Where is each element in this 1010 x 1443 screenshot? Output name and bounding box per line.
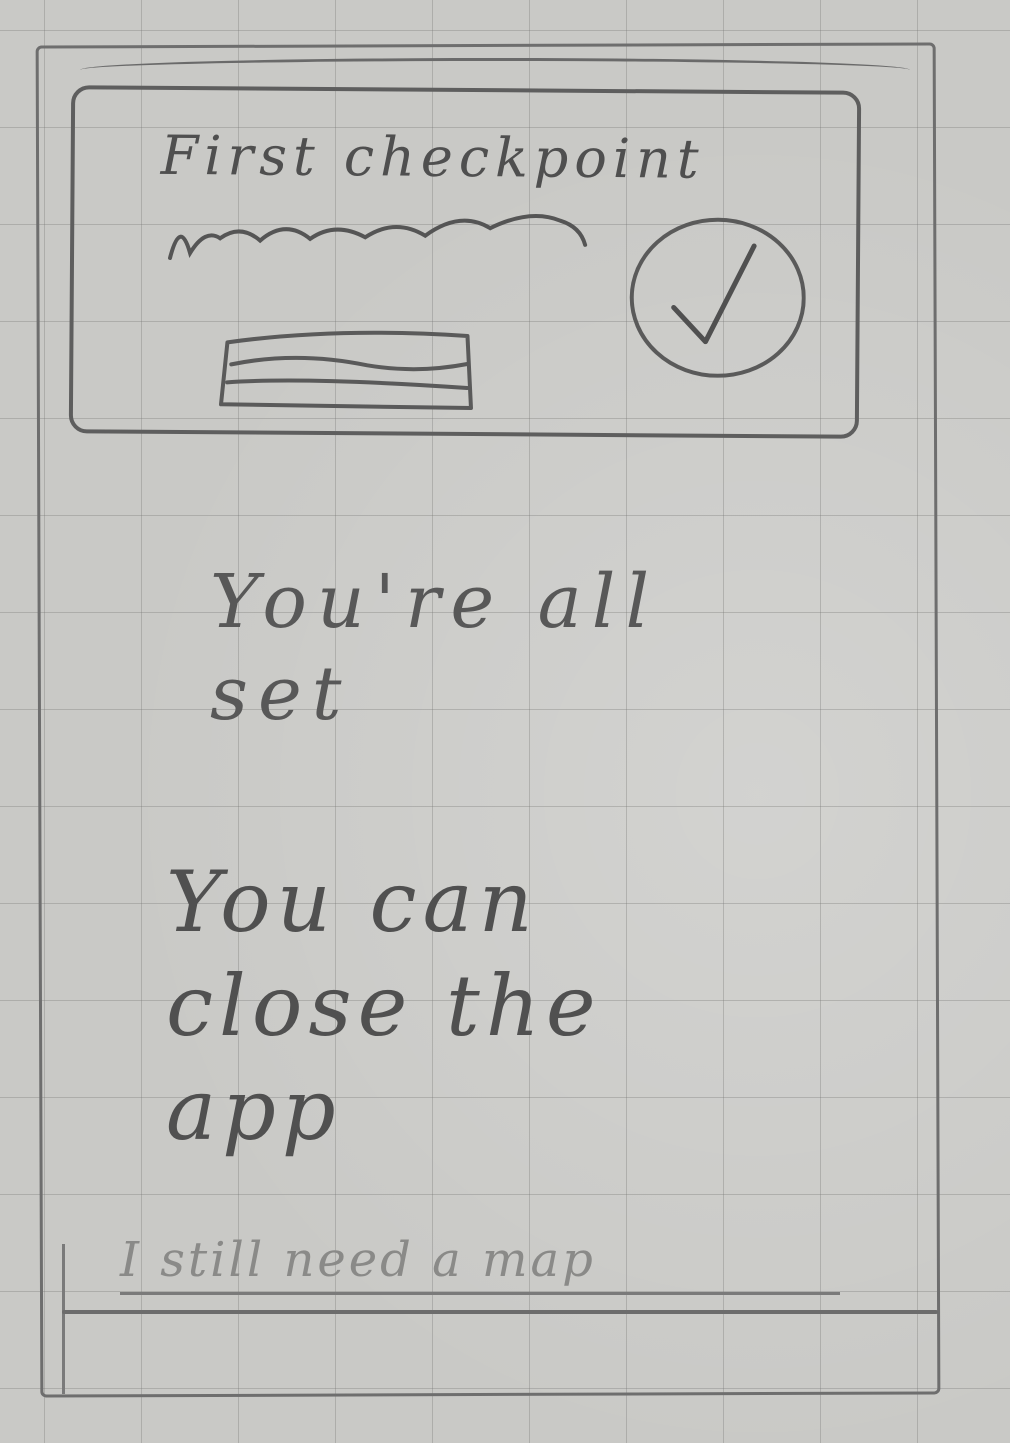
checkpoint-action-button[interactable] [217, 320, 484, 414]
checkpoint-description-placeholder [168, 214, 588, 260]
need-map-link[interactable]: I still need a map [120, 1232, 840, 1295]
status-bar-edge [80, 58, 910, 78]
bottom-divider [62, 1310, 938, 1314]
close-app-message: You can close the app [166, 853, 602, 1159]
check-circle-icon [629, 217, 806, 378]
all-set-message: You're all set [210, 559, 660, 737]
checkpoint-card[interactable]: First checkpoint [68, 85, 862, 439]
checkpoint-title: First checkpoint [160, 123, 705, 191]
